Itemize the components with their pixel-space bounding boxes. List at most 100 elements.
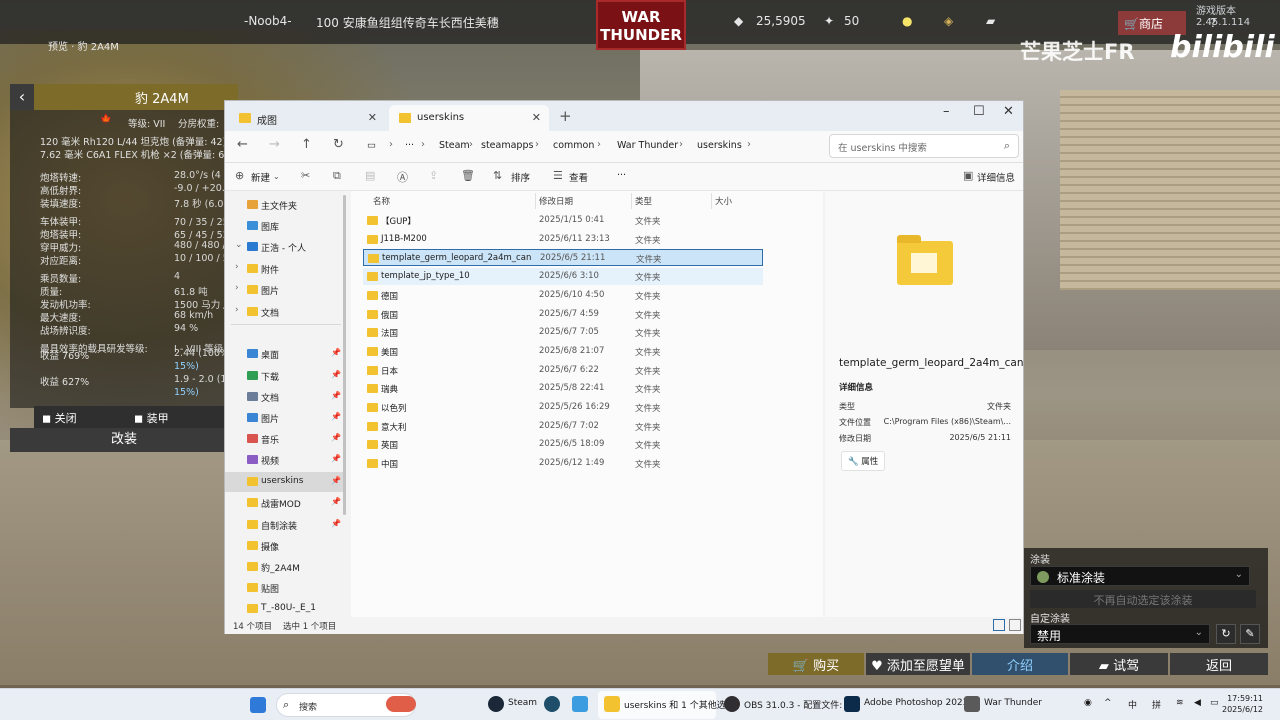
war-thunder-icon[interactable] [964, 696, 980, 712]
close-button[interactable]: ◼ 关闭 [42, 410, 77, 426]
new-tab-icon[interactable]: + [559, 107, 572, 125]
delete-icon[interactable]: 🗑 [461, 169, 475, 182]
taskbar-explorer[interactable]: userskins 和 1 个其他选 [624, 698, 726, 711]
maximize-icon[interactable]: ☐ [973, 104, 985, 119]
close-tab-icon[interactable]: ✕ [532, 111, 541, 124]
forward-icon[interactable]: → [269, 137, 280, 152]
explorer-icon[interactable] [604, 696, 620, 712]
photoshop-icon[interactable] [844, 696, 860, 712]
widget-icon[interactable] [386, 696, 416, 712]
chevron-right-icon[interactable]: › [235, 262, 239, 272]
app-icon[interactable] [544, 696, 560, 712]
file-row[interactable]: 【GUP】 2025/1/15 0:41 文件夹 [363, 212, 763, 229]
custom-skin-select[interactable]: 禁用 ⌄ [1030, 624, 1210, 644]
column-size[interactable]: 大小 [715, 195, 732, 207]
up-icon[interactable]: ↑ [301, 137, 312, 152]
nav-item[interactable]: 桌面 📌 [225, 344, 343, 364]
refresh-icon[interactable]: ↻ [333, 137, 344, 152]
start-icon[interactable] [250, 697, 266, 713]
auto-select-toggle[interactable]: 不再自动选定该涂装 [1030, 590, 1256, 608]
pin-icon[interactable]: 📌 [331, 454, 341, 463]
crumb-steamapps[interactable]: steamapps [481, 140, 533, 151]
nav-item[interactable]: 文档 📌 [225, 387, 343, 407]
sort-button[interactable]: 排序 [511, 170, 530, 184]
nav-item[interactable]: 豹_2A4M [225, 557, 343, 577]
taskbar-clock[interactable]: 17:59:11 2025/6/12 [1222, 693, 1263, 715]
file-row[interactable]: 意大利 2025/6/7 7:02 文件夹 [363, 418, 763, 435]
paste-icon[interactable]: ▤ [365, 169, 375, 182]
skin-select[interactable]: 标准涂装 ⌄ [1030, 566, 1250, 586]
return-button[interactable]: 返回 [1170, 653, 1268, 675]
nav-item[interactable]: 下载 📌 [225, 366, 343, 386]
pin-icon[interactable]: 📌 [331, 476, 341, 485]
chevron-down-icon[interactable]: ⌄ [235, 240, 243, 250]
chevron-right-icon[interactable]: › [235, 305, 239, 315]
tiles-view-icon[interactable] [1009, 619, 1021, 631]
column-separator[interactable] [631, 193, 632, 209]
file-row[interactable]: 瑞典 2025/5/8 22:41 文件夹 [363, 380, 763, 397]
crumb-war-thunder[interactable]: War Thunder [617, 140, 678, 151]
nav-item[interactable]: T_-80U-_E_1 [225, 599, 343, 619]
app-icon[interactable] [572, 696, 588, 712]
crumb-common[interactable]: common [553, 140, 594, 151]
share-icon[interactable]: ⇪ [429, 169, 438, 182]
nav-item[interactable]: 摄像 [225, 536, 343, 556]
scrollbar-thumb[interactable] [343, 195, 346, 515]
search-input[interactable]: 在 userskins 中搜索 ⌕ [829, 134, 1019, 158]
details-view-icon[interactable] [993, 619, 1005, 631]
pin-icon[interactable]: 📌 [331, 519, 341, 528]
nav-item[interactable]: userskins 📌 [225, 472, 343, 492]
nav-item[interactable]: 图片 📌 [225, 408, 343, 428]
battery-icon[interactable]: ▭ [1210, 698, 1219, 708]
copy-icon[interactable]: ⧉ [333, 169, 341, 183]
pin-icon[interactable]: 📌 [331, 370, 341, 379]
intro-button[interactable]: 介绍 [972, 653, 1068, 675]
file-row[interactable]: 法国 2025/6/7 7:05 文件夹 [363, 324, 763, 341]
ime-pinyin[interactable]: 拼 [1152, 698, 1161, 711]
edit-skin-icon[interactable]: ✎ [1240, 624, 1260, 644]
more-options-button[interactable]: ··· [617, 170, 626, 181]
taskbar-war-thunder[interactable]: War Thunder [984, 698, 1042, 708]
column-separator[interactable] [711, 193, 712, 209]
nav-item[interactable]: 视频 📌 [225, 450, 343, 470]
volume-icon[interactable]: ◀ [1194, 698, 1201, 708]
new-button[interactable]: 新建 [251, 170, 270, 184]
breadcrumb[interactable]: ▭ › ··· › Steam › steamapps › common › W… [359, 134, 819, 158]
premium-icon[interactable]: ◈ [944, 14, 953, 28]
nav-item[interactable]: 主文件夹 [225, 195, 343, 215]
armor-button[interactable]: ◼ 装甲 [134, 410, 169, 426]
file-row[interactable]: template_jp_type_10 2025/6/6 3:10 文件夹 [363, 268, 763, 286]
steam-tray-icon[interactable]: ◉ [1084, 698, 1092, 708]
properties-button[interactable]: 🔧 属性 [841, 451, 886, 471]
crumb-steam[interactable]: Steam [439, 140, 470, 151]
pin-icon[interactable]: 📌 [331, 348, 341, 357]
rename-icon[interactable]: Ⓐ [397, 169, 408, 185]
pin-icon[interactable]: 📌 [331, 391, 341, 400]
taskbar-obs[interactable]: OBS 31.0.3 - 配置文件: 未 [744, 698, 854, 711]
nav-item[interactable]: 贴图 [225, 578, 343, 598]
window-close-icon[interactable]: ✕ [1003, 104, 1014, 119]
back-icon[interactable]: ← [237, 137, 248, 152]
lightbulb-icon[interactable]: ● [902, 14, 912, 28]
file-row[interactable]: J11B-M200 2025/6/11 23:13 文件夹 [363, 231, 763, 248]
chevron-right-icon[interactable]: › [235, 283, 239, 293]
test-drive-button[interactable]: ▰ 试驾 [1070, 653, 1168, 675]
nav-item[interactable]: ⌄ 正浩 - 个人 [225, 237, 343, 257]
pin-icon[interactable]: 📌 [331, 497, 341, 506]
details-button[interactable]: 详细信息 [977, 170, 1015, 184]
more-crumbs-icon[interactable]: ··· [405, 140, 414, 151]
wishlist-button[interactable]: ♥ 添加至愿望单 [866, 653, 970, 675]
file-row[interactable]: 以色列 2025/5/26 16:29 文件夹 [363, 399, 763, 416]
refresh-skin-icon[interactable]: ↻ [1216, 624, 1236, 644]
column-date[interactable]: 修改日期 [539, 195, 573, 207]
wifi-icon[interactable]: ≋ [1176, 698, 1184, 708]
tab-chengtu[interactable]: 成图 ✕ [229, 105, 385, 131]
player-name[interactable]: -Noob4- [244, 14, 292, 28]
tab-userskins[interactable]: userskins ✕ [389, 105, 549, 131]
file-row[interactable]: 中国 2025/6/12 1:49 文件夹 [363, 455, 763, 472]
column-name[interactable]: 名称 [373, 195, 390, 207]
column-type[interactable]: 类型 [635, 195, 652, 207]
nav-item[interactable]: 音乐 📌 [225, 429, 343, 449]
nav-item[interactable]: › 图片 [225, 280, 343, 300]
ime-chinese[interactable]: 中 [1128, 698, 1137, 711]
